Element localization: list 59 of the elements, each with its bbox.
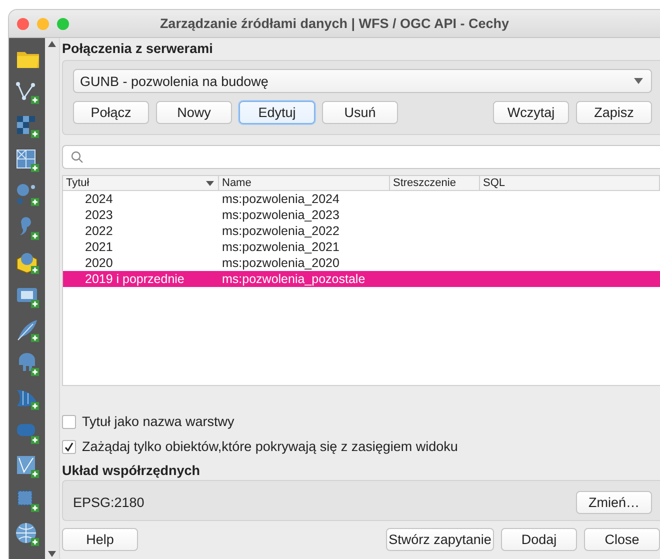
table-cell-text: ms:pozwolenia_2021	[221, 239, 340, 255]
sort-icon	[206, 180, 214, 186]
caret-icon	[634, 78, 643, 84]
column-header[interactable]: Streszczenie	[390, 176, 480, 190]
file-button[interactable]: Zapisz	[576, 101, 652, 124]
connection-button[interactable]: Usuń	[322, 101, 398, 124]
search-field[interactable]	[62, 145, 660, 169]
table-row[interactable]: 2022 ms:pozwolenia_2022	[63, 223, 660, 239]
feather-icon[interactable]	[14, 318, 40, 343]
table-cell-text: ms:pozwolenia_2020	[221, 255, 340, 271]
connection-button[interactable]: Połącz	[73, 101, 149, 124]
dialog-button[interactable]: Dodaj	[501, 528, 577, 551]
table-cell-text: ms:pozwolenia_2024	[221, 191, 340, 207]
checkmark-icon	[64, 442, 74, 452]
scroll-up-icon[interactable]	[48, 41, 56, 47]
table-row[interactable]: 2024 ms:pozwolenia_2024	[63, 191, 660, 207]
column-header[interactable]: Tytuł	[63, 176, 219, 190]
file-button[interactable]: Wczytaj	[493, 101, 569, 124]
scroll-down-icon[interactable]	[48, 551, 56, 557]
connection-dropdown[interactable]: GUNB - pozwolenia na budowę	[73, 69, 652, 93]
close-icon[interactable]	[17, 18, 29, 30]
column-header[interactable]: SQL	[480, 176, 660, 190]
table-cell-text: ms:pozwolenia_2023	[221, 207, 340, 223]
checkbox[interactable]	[62, 414, 76, 428]
connection-button[interactable]: Edytuj	[239, 101, 315, 124]
table-row[interactable]: 2021 ms:pozwolenia_2021	[63, 239, 660, 255]
connection-button[interactable]: Nowy	[156, 101, 232, 124]
dialog-button[interactable]: Stwórz zapytanie	[386, 528, 494, 551]
search-icon	[71, 151, 83, 163]
column-header[interactable]: Name	[219, 176, 390, 190]
dialog-button[interactable]: Close	[584, 528, 660, 551]
table-cell-text: 2019 i poprzednie	[84, 271, 186, 287]
grid-icon[interactable]	[14, 148, 40, 173]
circles-icon[interactable]	[14, 182, 40, 207]
table-cell-text: 2021	[84, 239, 114, 255]
table-cell-text: 2024	[84, 191, 114, 207]
table-cell-text: 2023	[84, 207, 114, 223]
checkbox-label: Tytuł jako nazwa warstwy	[82, 414, 234, 429]
checker-icon[interactable]	[14, 114, 40, 139]
help-button[interactable]: Help	[62, 528, 138, 551]
polygon-icon[interactable]	[14, 454, 40, 479]
table-cell-text: 2020	[84, 255, 114, 271]
checkbox[interactable]	[62, 440, 76, 454]
table-row[interactable]: 2020 ms:pozwolenia_2020	[63, 255, 660, 271]
section-heading: Połączenia z serwerami	[62, 40, 214, 58]
table-cell-text: ms:pozwolenia_2022	[221, 223, 340, 239]
checkbox-label: Zażądaj tylko obiektów,które pokrywają się z zasięgiem widoku	[82, 439, 458, 454]
crs-value: EPSG:2180	[73, 495, 144, 510]
table-cell-text: 2022	[84, 223, 114, 239]
table-row[interactable]: 2023 ms:pozwolenia_2023	[63, 207, 660, 223]
window-title: Zarządzanie źródłami danych | WFS / OGC API - Cechy	[158, 16, 510, 31]
section-heading: Układ współrzędnych	[62, 462, 202, 480]
nodes-icon[interactable]	[14, 80, 40, 105]
globe-icon[interactable]	[14, 522, 40, 547]
square-icon[interactable]	[14, 488, 40, 513]
scrollbar[interactable]	[45, 38, 60, 559]
table-cell-text: ms:pozwolenia_pozostale	[221, 271, 366, 287]
change-button[interactable]: Zmień…	[576, 491, 652, 514]
table-row[interactable]: 2019 i poprzednie ms:pozwolenia_pozostale	[63, 271, 660, 287]
